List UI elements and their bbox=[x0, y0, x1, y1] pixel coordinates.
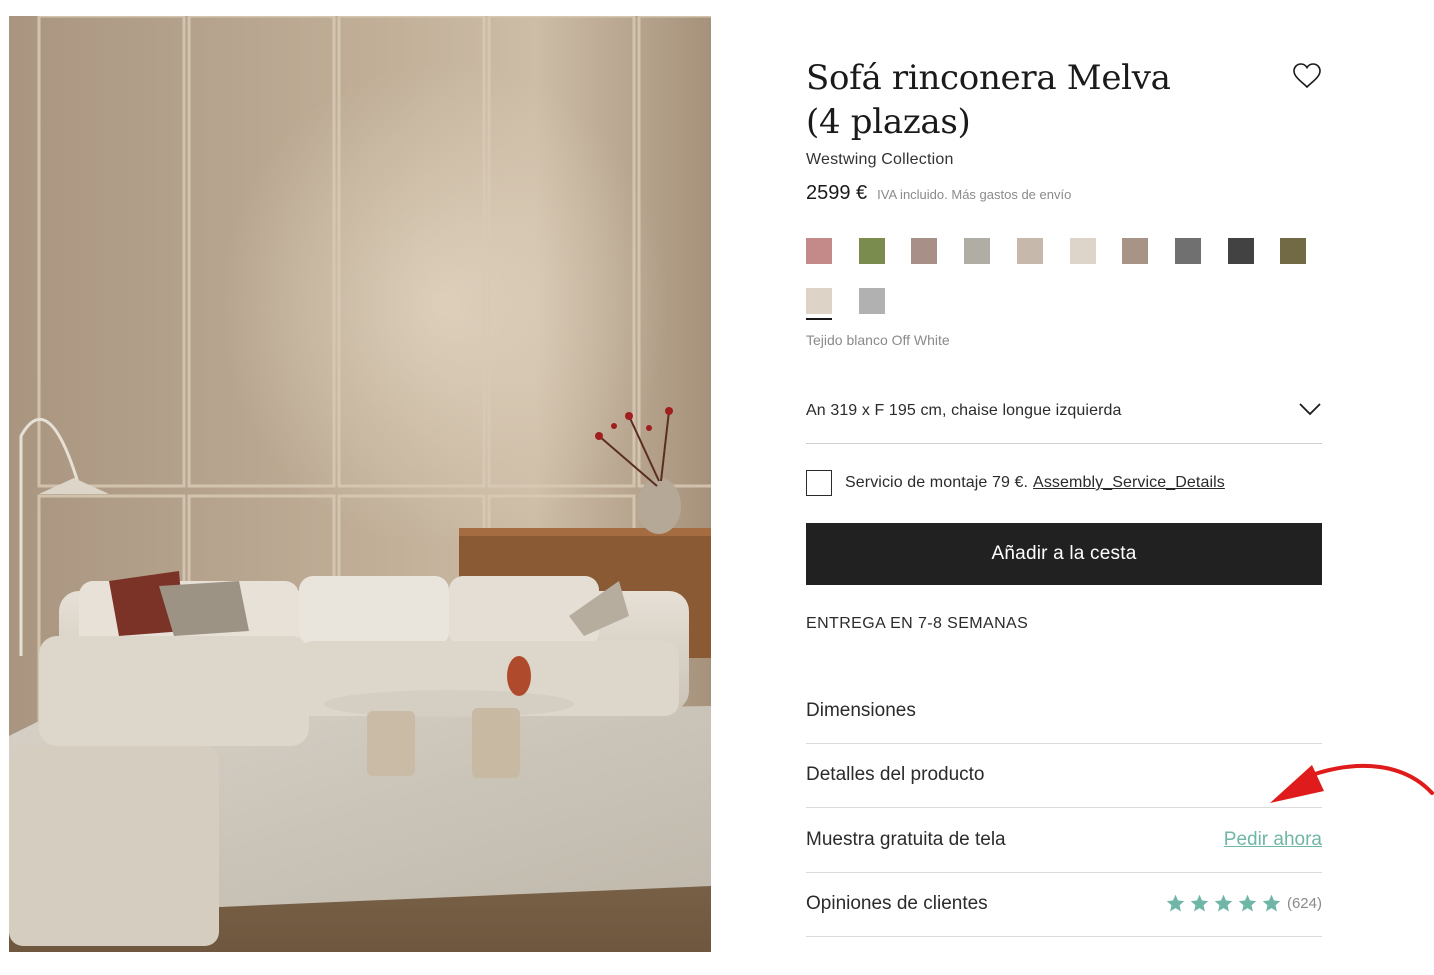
review-count: (624) bbox=[1286, 895, 1322, 912]
assembly-label: Servicio de montaje 79 €. bbox=[845, 474, 1029, 491]
heart-icon bbox=[1293, 63, 1321, 89]
accordion-details-label: Detalles del producto bbox=[806, 764, 985, 785]
rating-stars[interactable]: (624) bbox=[1165, 893, 1322, 914]
assembly-details-link[interactable]: Assembly_Service_Details bbox=[1033, 474, 1225, 492]
product-image[interactable] bbox=[9, 16, 711, 952]
price-row: 2599 € IVA incluido. Más gastos de envío bbox=[806, 182, 1071, 205]
accordion-fabric-sample[interactable]: Muestra gratuita de tela Pedir ahora bbox=[806, 809, 1322, 873]
accordion-dimensions[interactable]: Dimensiones bbox=[806, 680, 1322, 744]
wishlist-button[interactable] bbox=[1292, 62, 1322, 90]
star-icon bbox=[1214, 894, 1233, 912]
color-swatch[interactable] bbox=[964, 238, 991, 264]
color-swatch[interactable] bbox=[1122, 238, 1149, 264]
star-icon bbox=[1238, 894, 1257, 912]
chevron-down-icon bbox=[1299, 403, 1321, 416]
accordion-reviews-label: Opiniones de clientes bbox=[806, 893, 988, 914]
product-title-line1: Sofá rinconera Melva bbox=[806, 58, 1171, 98]
color-swatch[interactable] bbox=[1069, 238, 1096, 264]
product-title-line2: (4 plazas) bbox=[806, 102, 971, 142]
star-icon bbox=[1166, 894, 1185, 912]
price: 2599 € bbox=[806, 182, 868, 204]
color-swatch[interactable] bbox=[1227, 238, 1254, 264]
accordion-dimensions-label: Dimensiones bbox=[806, 700, 916, 721]
size-dropdown-value: An 319 x F 195 cm, chaise longue izquier… bbox=[806, 402, 1122, 419]
add-to-cart-button[interactable]: Añadir a la cesta bbox=[806, 523, 1322, 585]
color-swatch[interactable] bbox=[806, 238, 832, 264]
brand-name: Westwing Collection bbox=[806, 151, 954, 168]
color-swatch[interactable] bbox=[858, 288, 885, 314]
assembly-checkbox[interactable] bbox=[806, 470, 832, 496]
accordion-product-details[interactable]: Detalles del producto bbox=[806, 744, 1322, 808]
order-sample-link[interactable]: Pedir ahora bbox=[1224, 829, 1322, 851]
color-swatch[interactable] bbox=[1016, 238, 1043, 264]
color-swatch[interactable] bbox=[911, 238, 938, 264]
star-icon bbox=[1262, 894, 1281, 912]
color-swatch[interactable] bbox=[1280, 238, 1307, 264]
size-dropdown[interactable]: An 319 x F 195 cm, chaise longue izquier… bbox=[806, 380, 1322, 444]
color-swatch[interactable] bbox=[1174, 238, 1201, 264]
selected-color-name: Tejido blanco Off White bbox=[806, 332, 950, 348]
tax-note: IVA incluido. Más gastos de envío bbox=[877, 187, 1072, 202]
accordion-sample-label: Muestra gratuita de tela bbox=[806, 829, 1006, 850]
delivery-estimate: ENTREGA EN 7-8 SEMANAS bbox=[806, 615, 1029, 632]
sofa-room-photo bbox=[9, 16, 711, 952]
color-swatch[interactable] bbox=[806, 288, 832, 320]
assembly-service: Servicio de montaje 79 €. Assembly_Servi… bbox=[806, 470, 1225, 496]
product-info-panel: Sofá rinconera Melva (4 plazas) Westwing… bbox=[806, 0, 1322, 975]
product-title: Sofá rinconera Melva (4 plazas) bbox=[806, 56, 1246, 144]
red-arrow-annotation bbox=[1270, 764, 1434, 803]
color-swatch[interactable] bbox=[858, 238, 885, 264]
accordion-reviews[interactable]: Opiniones de clientes (624) bbox=[806, 873, 1322, 937]
star-icon bbox=[1190, 894, 1209, 912]
